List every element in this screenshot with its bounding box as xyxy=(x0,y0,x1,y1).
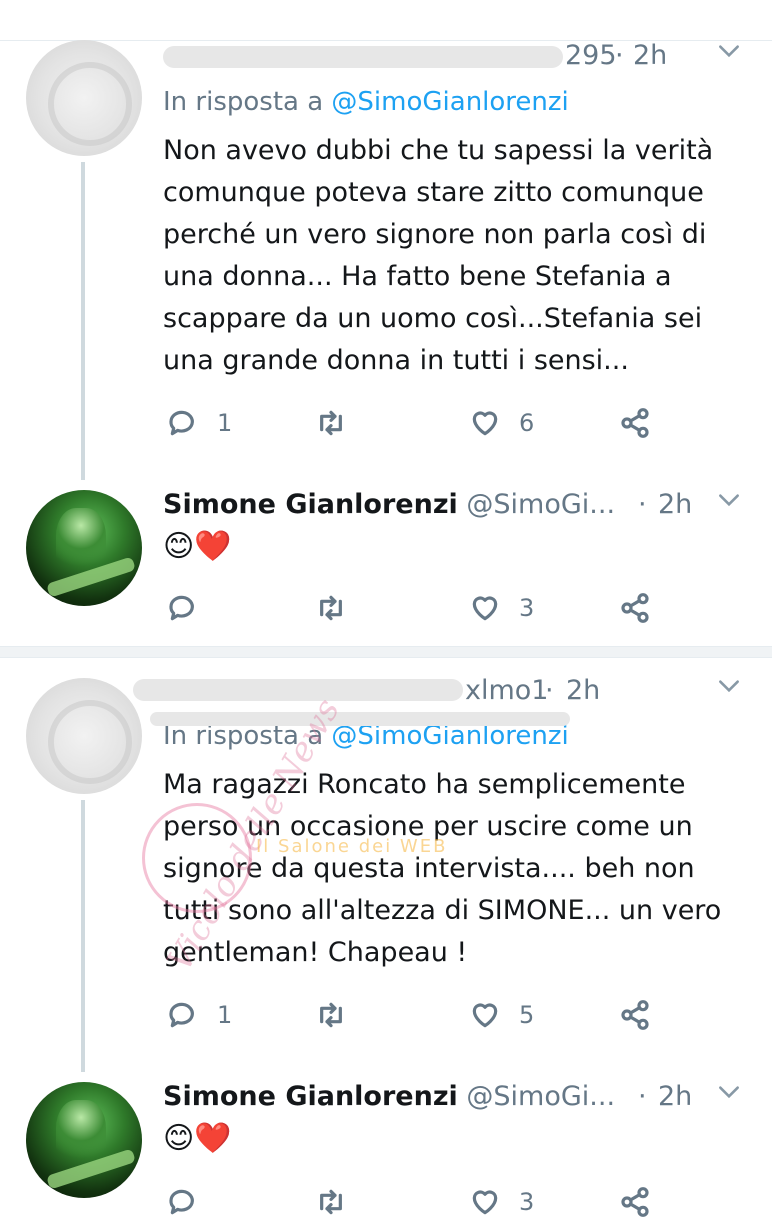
reply-button[interactable] xyxy=(167,588,217,628)
share-icon xyxy=(621,593,649,623)
reply-icon xyxy=(169,1002,194,1028)
author-name[interactable]: Simone Gianlorenzi xyxy=(163,1081,458,1112)
chevron-down-icon[interactable] xyxy=(716,485,742,525)
chevron-down-icon[interactable] xyxy=(716,1077,742,1117)
tweet-handle: 295 xyxy=(565,40,617,71)
avatar-blurred[interactable] xyxy=(26,40,142,156)
like-button[interactable]: 5 xyxy=(469,995,534,1035)
author-handle[interactable]: @SimoGi... xyxy=(466,489,615,520)
tweet-time[interactable]: 2h xyxy=(658,485,692,525)
tweet-emoji-text: 😊❤️ xyxy=(163,529,232,564)
like-button[interactable]: 3 xyxy=(469,588,534,628)
share-icon xyxy=(621,1187,649,1217)
tweet-time[interactable]: 2h xyxy=(566,671,600,711)
reply-prefix: In risposta a xyxy=(163,87,324,117)
tweet-header: Simone Gianlorenzi @SimoGi... · 2h xyxy=(163,485,772,525)
tweet-header: xlmo1 · 2h xyxy=(133,671,772,711)
share-button[interactable] xyxy=(619,1182,651,1222)
reply-to-line: In risposta a @SimoGianlorenzi xyxy=(163,84,569,120)
like-count: 6 xyxy=(519,409,535,437)
tweet-actions: 3 xyxy=(163,1182,673,1222)
reply-icon xyxy=(169,410,194,436)
retweet-button[interactable] xyxy=(315,995,347,1035)
tweet-handle: xlmo1 xyxy=(465,675,549,706)
reply-count: 1 xyxy=(217,409,233,437)
tweet-actions: 3 xyxy=(163,588,673,628)
reply-count: 1 xyxy=(217,1001,233,1029)
like-count: 3 xyxy=(519,594,535,622)
heart-icon xyxy=(472,411,498,436)
tweet-time[interactable]: 2h xyxy=(633,36,667,76)
top-border xyxy=(0,0,772,41)
tweet-emoji-text: 😊❤️ xyxy=(163,1121,232,1156)
separator-dot: · xyxy=(638,1081,647,1112)
reply-button[interactable] xyxy=(167,1182,217,1222)
tweet-header: Simone Gianlorenzi @SimoGi... · 2h xyxy=(163,1077,772,1117)
reply-button[interactable]: 1 xyxy=(167,403,232,443)
like-button[interactable]: 3 xyxy=(469,1182,534,1222)
thread-line xyxy=(81,162,85,480)
separator-dot: · xyxy=(615,40,624,71)
share-button[interactable] xyxy=(619,995,651,1035)
tweet-actions: 1 6 xyxy=(163,403,673,443)
reply-icon xyxy=(169,1189,194,1215)
avatar-blurred[interactable] xyxy=(26,678,142,794)
redaction-smudge xyxy=(150,712,570,726)
tweet-time[interactable]: 2h xyxy=(658,1077,692,1117)
tweet-actions: 1 5 xyxy=(163,995,673,1035)
reply-icon xyxy=(169,595,194,621)
retweet-icon xyxy=(320,1189,342,1215)
share-button[interactable] xyxy=(619,588,651,628)
retweet-button[interactable] xyxy=(315,1182,347,1222)
reply-button[interactable]: 1 xyxy=(167,995,232,1035)
chevron-down-icon[interactable] xyxy=(716,671,742,711)
share-icon xyxy=(621,1000,649,1030)
heart-icon xyxy=(472,1190,498,1215)
like-count: 5 xyxy=(519,1001,535,1029)
conversation-divider xyxy=(0,646,772,658)
retweet-icon xyxy=(320,410,342,436)
redacted-name xyxy=(163,46,563,68)
reply-mention-link[interactable]: @SimoGianlorenzi xyxy=(331,87,568,117)
tweet-text: Non avevo dubbi che tu sapessi la verità… xyxy=(163,135,714,376)
thread-line xyxy=(81,800,85,1072)
author-name[interactable]: Simone Gianlorenzi xyxy=(163,489,458,520)
watermark-tagline: Il Salone dei WEB xyxy=(256,836,448,857)
avatar-simone[interactable] xyxy=(26,490,142,606)
share-icon xyxy=(621,408,649,438)
like-count: 3 xyxy=(519,1188,535,1216)
chevron-down-icon[interactable] xyxy=(716,36,742,76)
retweet-button[interactable] xyxy=(315,588,347,628)
share-button[interactable] xyxy=(619,403,651,443)
heart-icon xyxy=(472,596,498,621)
tweet-header: 295 · 2h xyxy=(163,36,772,76)
retweet-icon xyxy=(320,1002,342,1028)
separator-dot: · xyxy=(638,489,647,520)
avatar-simone[interactable] xyxy=(26,1082,142,1198)
heart-icon xyxy=(472,1003,498,1028)
redacted-name xyxy=(133,679,463,701)
author-handle[interactable]: @SimoGi... xyxy=(466,1081,615,1112)
retweet-button[interactable] xyxy=(315,403,347,443)
separator-dot: · xyxy=(545,675,554,706)
like-button[interactable]: 6 xyxy=(469,403,534,443)
retweet-icon xyxy=(320,595,342,621)
